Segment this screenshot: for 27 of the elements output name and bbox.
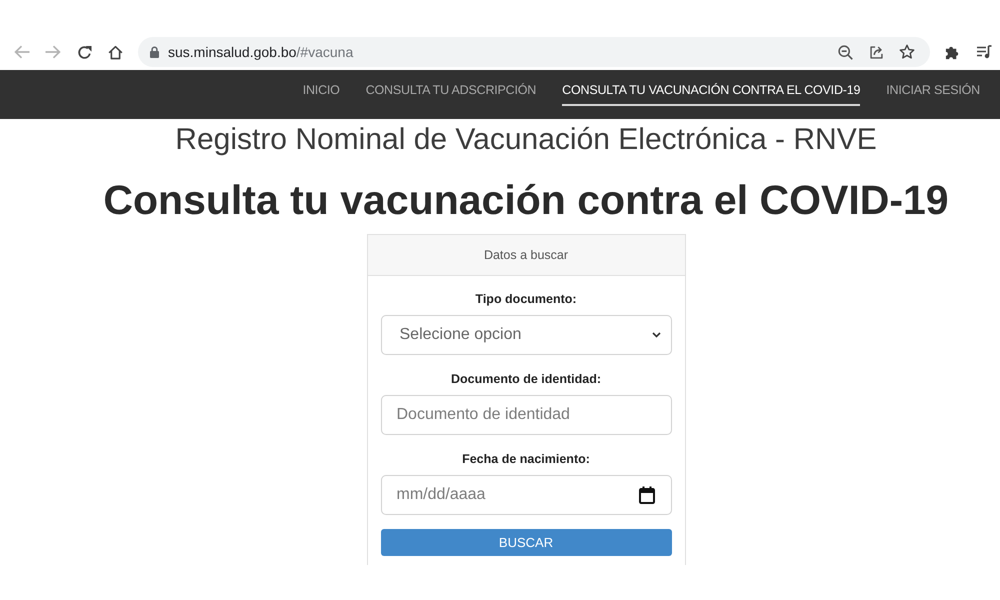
caret-icon xyxy=(652,332,660,338)
address-bar[interactable]: sus.minsalud.gob.bo/#vacuna xyxy=(138,37,930,67)
card-header: Datos a buscar xyxy=(368,235,684,276)
url-path: /#vacuna xyxy=(296,44,354,60)
nav-link[interactable]: CONSULTA TU ADSCRIPCIÓN xyxy=(366,70,536,106)
text-field[interactable]: Documento de identidad xyxy=(380,395,672,435)
page-subtitle: Registro Nominal de Vacunación Electrónica - RNVE xyxy=(174,122,878,158)
puzzle-icon[interactable] xyxy=(944,44,960,60)
nav-link[interactable]: INICIO xyxy=(302,70,340,106)
home-icon[interactable] xyxy=(108,44,122,60)
nav-link[interactable]: CONSULTA TU VACUNACIÓN CONTRA EL COVID-19 xyxy=(562,70,860,106)
field-label: Tipo documento: xyxy=(475,291,577,308)
calendar-icon[interactable] xyxy=(638,486,654,504)
search-button[interactable]: BUSCAR xyxy=(380,529,672,556)
star-icon[interactable] xyxy=(899,44,915,60)
playlist-icon[interactable] xyxy=(976,45,992,59)
zoom-out-icon[interactable] xyxy=(838,44,852,60)
date-field[interactable]: mm/dd/aaaa xyxy=(380,475,672,515)
reload-icon[interactable] xyxy=(76,44,92,60)
field-label: Fecha de nacimiento: xyxy=(462,451,590,468)
url-host: sus.minsalud.gob.bo xyxy=(168,44,296,60)
share-icon[interactable] xyxy=(868,44,884,60)
lock-icon xyxy=(150,46,159,58)
nav-link[interactable]: INICIAR SESIÓN xyxy=(886,70,980,106)
field-label: Documento de identidad: xyxy=(451,371,601,388)
page-title: Consulta tu vacunación contra el COVID-19 xyxy=(102,176,950,224)
dropdown-field[interactable]: Selecione opcion xyxy=(380,315,672,355)
